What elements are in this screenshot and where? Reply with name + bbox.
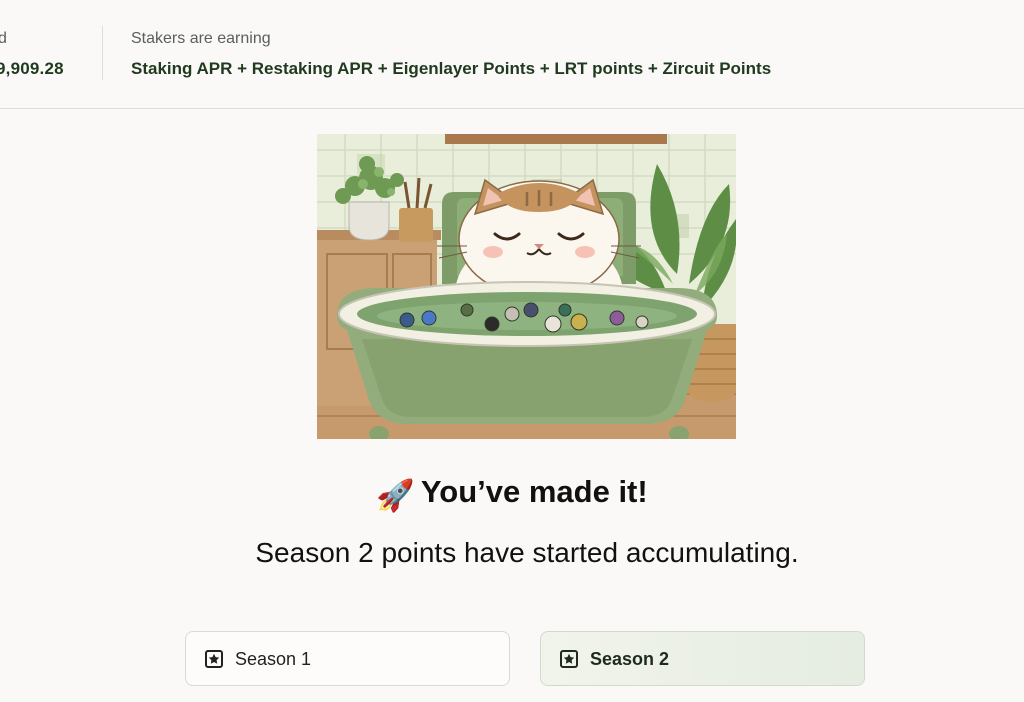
rocket-icon: 🚀 bbox=[376, 478, 415, 513]
season-2-button[interactable]: Season 2 bbox=[540, 631, 865, 686]
stakers-earning-value: Staking APR + Restaking APR + Eigenlayer… bbox=[131, 59, 772, 78]
stakers-earning-label: Stakers are earning bbox=[131, 30, 271, 47]
star-icon bbox=[560, 650, 578, 668]
season-1-label: Season 1 bbox=[235, 649, 312, 669]
success-title-text: You’ve made it! bbox=[420, 474, 648, 509]
cat-bathtub-illustration bbox=[317, 134, 736, 439]
star-icon bbox=[205, 650, 223, 668]
stat-value-truncated: 9,909.28 bbox=[0, 59, 64, 78]
stats-header: d 9,909.28 Stakers are earning Staking A… bbox=[0, 0, 1024, 109]
success-subtitle: Season 2 points have started accumulatin… bbox=[255, 537, 799, 568]
stat-label-truncated: d bbox=[0, 30, 7, 47]
success-title: 🚀 You’ve made it! bbox=[0, 474, 1024, 514]
header-divider bbox=[102, 26, 103, 80]
season-1-button[interactable]: Season 1 bbox=[185, 631, 510, 686]
season-2-label: Season 2 bbox=[590, 649, 670, 669]
